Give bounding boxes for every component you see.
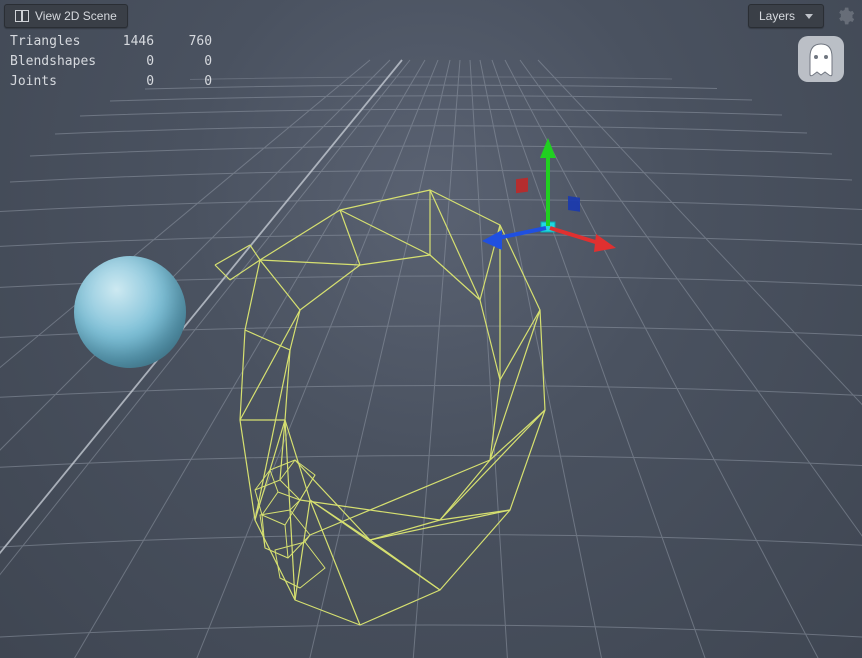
scene-sphere[interactable] (74, 256, 186, 368)
scene-orientation-gizmo[interactable] (792, 30, 850, 88)
stat-col1: 1446 (102, 32, 160, 52)
stat-row-blendshapes: Blendshapes 0 0 (10, 52, 218, 72)
gizmo-x-axis[interactable] (550, 228, 616, 252)
stat-col2: 760 (160, 32, 218, 52)
layers-label: Layers (759, 9, 795, 23)
mesh-stats-overlay: Triangles 1446 760 Blendshapes 0 0 Joint… (10, 32, 218, 92)
transform-move-gizmo[interactable] (468, 134, 628, 294)
gizmo-yz-plane[interactable] (516, 178, 528, 194)
stat-col1: 0 (102, 52, 160, 72)
stat-row-triangles: Triangles 1446 760 (10, 32, 218, 52)
stat-label: Triangles (10, 32, 102, 52)
viewport-toolbar: View 2D Scene Layers (4, 4, 858, 28)
view-2d-scene-label: View 2D Scene (35, 9, 117, 23)
stat-row-joints: Joints 0 0 (10, 72, 218, 92)
chevron-down-icon (805, 14, 813, 19)
gizmo-z-axis[interactable] (482, 228, 546, 250)
gear-icon (835, 6, 855, 26)
viewport-settings-button[interactable] (832, 3, 858, 29)
stat-label: Joints (10, 72, 102, 92)
layers-dropdown[interactable]: Layers (748, 4, 824, 28)
gizmo-xy-plane[interactable] (568, 196, 580, 212)
scene-viewport[interactable]: View 2D Scene Layers Triangles 1446 760 … (0, 0, 862, 658)
stat-label: Blendshapes (10, 52, 102, 72)
gizmo-y-axis[interactable] (540, 138, 556, 226)
stat-col2: 0 (160, 52, 218, 72)
view-2d-scene-button[interactable]: View 2D Scene (4, 4, 128, 28)
stat-col1: 0 (102, 72, 160, 92)
stat-col2: 0 (160, 72, 218, 92)
scene-2d-icon (15, 10, 29, 22)
